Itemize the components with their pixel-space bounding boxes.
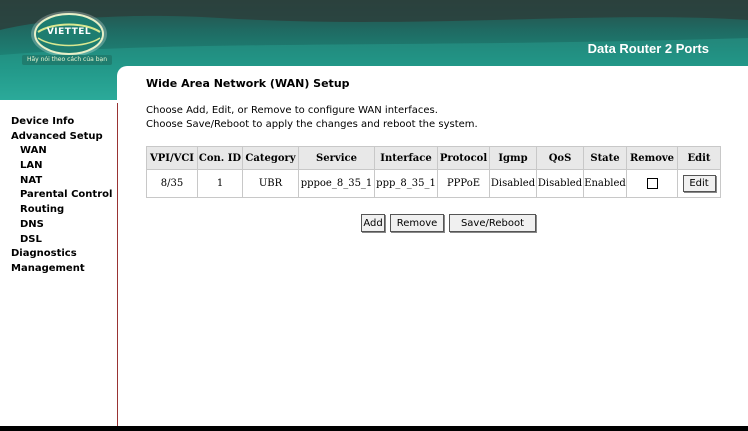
page-title: Wide Area Network (WAN) Setup (146, 77, 350, 90)
cell-con-id: 1 (197, 169, 243, 198)
table-header-row: VPI/VCI Con. ID Category Service Interfa… (146, 146, 721, 170)
table-row: 8/35 1 UBR pppoe_8_35_1 ppp_8_35_1 PPPoE… (146, 169, 721, 198)
cell-interface: ppp_8_35_1 (374, 169, 438, 198)
sidebar-item-diagnostics[interactable]: Diagnostics (11, 247, 112, 262)
col-header-state: State (583, 146, 627, 170)
remove-checkbox[interactable] (646, 178, 658, 189)
col-header-remove: Remove (626, 146, 678, 170)
product-name: Data Router 2 Ports (587, 41, 709, 56)
cell-state: Enabled (583, 169, 627, 198)
cell-edit: Edit (677, 169, 721, 198)
sidebar-item-lan[interactable]: LAN (11, 159, 112, 174)
sidebar-item-routing[interactable]: Routing (11, 203, 112, 218)
col-header-category: Category (242, 146, 299, 170)
cell-qos: Disabled (536, 169, 584, 198)
col-header-vpi-vci: VPI/VCI (146, 146, 198, 170)
logo-brand-text: VIETTEL (46, 27, 92, 37)
sidebar-item-nat[interactable]: NAT (11, 174, 112, 189)
col-header-igmp: Igmp (489, 146, 537, 170)
logo-tagline: Hãy nói theo cách của bạn (22, 55, 112, 65)
cell-vpi-vci: 8/35 (146, 169, 198, 198)
sidebar: Device Info Advanced Setup WAN LAN NAT P… (0, 103, 118, 426)
sidebar-item-management[interactable]: Management (11, 262, 112, 277)
cell-service: pppoe_8_35_1 (298, 169, 375, 198)
cell-protocol: PPPoE (437, 169, 490, 198)
edit-button[interactable]: Edit (682, 175, 716, 192)
col-header-edit: Edit (677, 146, 721, 170)
sidebar-item-dsl[interactable]: DSL (11, 233, 112, 248)
wan-interfaces-table: VPI/VCI Con. ID Category Service Interfa… (146, 146, 721, 198)
col-header-qos: QoS (536, 146, 584, 170)
bottom-bar (0, 426, 748, 431)
sidebar-item-wan[interactable]: WAN (11, 144, 112, 159)
remove-button[interactable]: Remove (390, 214, 444, 232)
sidebar-item-parental-control[interactable]: Parental Control (11, 188, 112, 203)
instruction-text-1: Choose Add, Edit, or Remove to configure… (146, 105, 438, 116)
sidebar-item-device-info[interactable]: Device Info (11, 115, 112, 130)
col-header-interface: Interface (374, 146, 438, 170)
col-header-protocol: Protocol (437, 146, 490, 170)
add-button[interactable]: Add (361, 214, 385, 232)
save-reboot-button[interactable]: Save/Reboot (449, 214, 536, 232)
sidebar-item-advanced-setup[interactable]: Advanced Setup (11, 130, 112, 145)
cell-category: UBR (242, 169, 299, 198)
cell-igmp: Disabled (489, 169, 537, 198)
cell-remove (626, 169, 678, 198)
col-header-service: Service (298, 146, 375, 170)
sidebar-item-dns[interactable]: DNS (11, 218, 112, 233)
sidebar-menu: Device Info Advanced Setup WAN LAN NAT P… (11, 115, 112, 277)
instruction-text-2: Choose Save/Reboot to apply the changes … (146, 119, 478, 130)
col-header-con-id: Con. ID (197, 146, 243, 170)
